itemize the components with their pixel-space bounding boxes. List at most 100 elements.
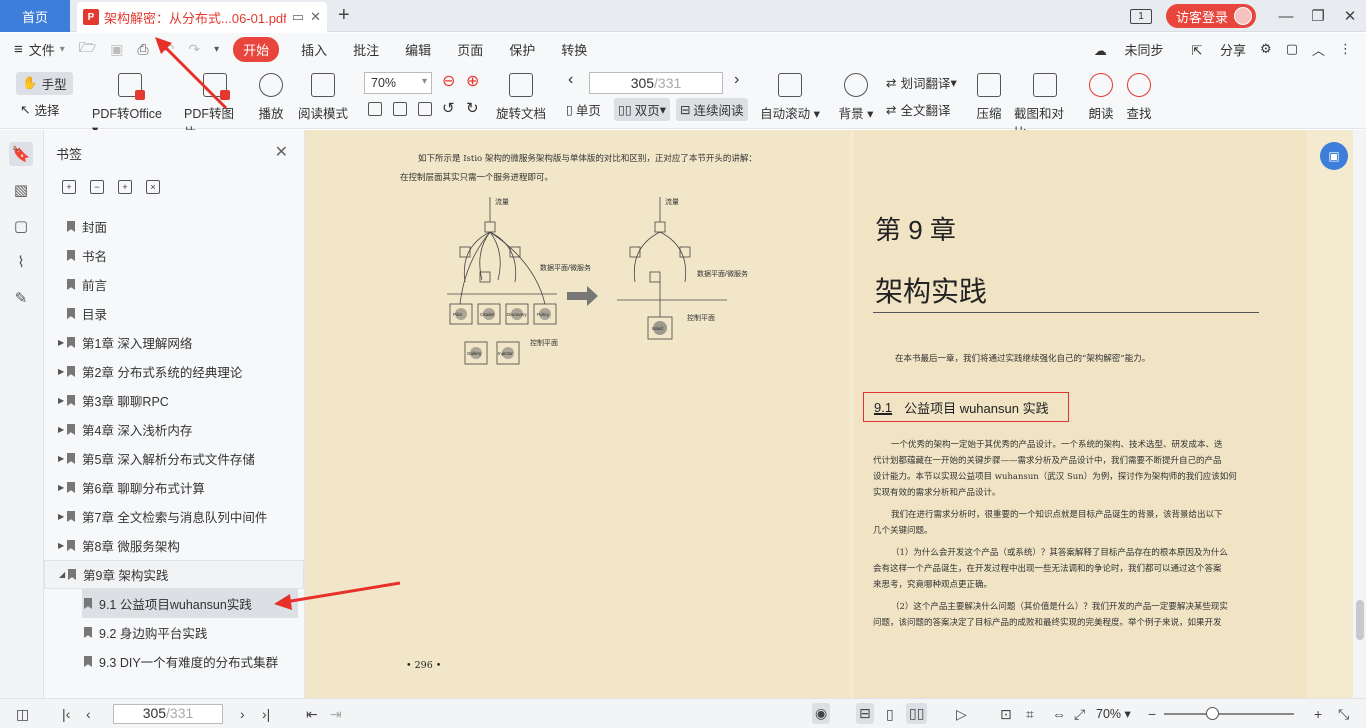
minimize-icon[interactable]: —: [1270, 8, 1302, 25]
bookmark-item[interactable]: ▶ 第8章 微服务架构: [44, 531, 304, 560]
read-aloud-button[interactable]: 朗读: [1088, 73, 1114, 122]
file-menu[interactable]: ≡ 文件 ▾: [14, 40, 65, 59]
bookmark-item[interactable]: 9.1 公益项目wuhansun实践: [82, 589, 298, 618]
forward-icon[interactable]: ⇥: [330, 706, 342, 723]
signature-icon[interactable]: ✎: [9, 286, 33, 310]
caret-right-icon[interactable]: ▶: [58, 483, 64, 492]
tab-insert[interactable]: 插入: [301, 40, 327, 59]
bookmark-item[interactable]: 9.2 身边购平台实践: [44, 618, 304, 647]
double-page-button[interactable]: ▯▯ 双页 ▾: [614, 98, 671, 121]
status-zoom[interactable]: 70% ▾: [1096, 706, 1131, 721]
zoom-slider[interactable]: [1164, 713, 1294, 715]
single-page-button[interactable]: ▯ 单页: [566, 100, 601, 119]
single-view-icon[interactable]: ▯: [886, 706, 894, 723]
zoom-slider-handle[interactable]: [1206, 707, 1219, 720]
caret-right-icon[interactable]: ▶: [58, 541, 64, 550]
expand-icon[interactable]: ⤡: [1338, 706, 1349, 723]
settings-icon[interactable]: ⚙: [1260, 41, 1272, 57]
attachment-icon[interactable]: ⌇: [9, 250, 33, 274]
select-tool-button[interactable]: ↖ 选择: [20, 100, 60, 119]
tab-start[interactable]: 开始: [233, 36, 280, 62]
zoom-select[interactable]: 70%: [364, 72, 432, 94]
first-page-icon[interactable]: |‹: [62, 706, 70, 722]
home-tab[interactable]: 首页: [0, 0, 70, 32]
caret-right-icon[interactable]: ▶: [58, 512, 64, 521]
actual-size-icon[interactable]: [368, 102, 382, 116]
feedback-icon[interactable]: ▢: [1286, 41, 1298, 57]
fit-width-status-icon[interactable]: ⇔: [1052, 706, 1066, 722]
expand-all-icon[interactable]: +: [62, 180, 76, 194]
thumbnail-icon[interactable]: ▧: [9, 178, 33, 202]
bookmark-item[interactable]: ▶ 第4章 深入浅析内存: [44, 415, 304, 444]
play-button[interactable]: 播放: [256, 73, 286, 122]
previous-page-icon[interactable]: ‹: [568, 71, 573, 89]
share-button[interactable]: ⇱ 分享: [1177, 40, 1246, 59]
hand-tool-button[interactable]: ✋ 手型: [16, 72, 73, 95]
bookmark-item[interactable]: 前言: [44, 270, 304, 299]
collapse-ribbon-icon[interactable]: ︿: [1312, 40, 1325, 59]
caret-right-icon[interactable]: ▶: [58, 338, 64, 347]
fit-page-icon[interactable]: [393, 102, 407, 116]
zoom-out-icon[interactable]: ⊖: [442, 71, 455, 91]
play-status-icon[interactable]: ▷: [956, 706, 967, 723]
collapse-all-icon[interactable]: −: [90, 180, 104, 194]
bookmark-item[interactable]: 目录: [44, 299, 304, 328]
rotate-document-button[interactable]: 旋转文档: [496, 73, 546, 122]
bookmark-item[interactable]: ▶ 第6章 聊聊分布式计算: [44, 473, 304, 502]
actual-size-status-icon[interactable]: ⊡: [1000, 706, 1012, 723]
scrollbar-thumb[interactable]: [1356, 600, 1364, 640]
tab-page[interactable]: 页面: [457, 40, 483, 59]
fit-width-icon[interactable]: [418, 102, 432, 116]
document-tab[interactable]: P 架构解密：从分布式...06-01.pdf ▭ ✕: [77, 2, 327, 32]
bookmark-panel-icon[interactable]: 🔖: [9, 142, 33, 166]
print-icon[interactable]: ⎙: [137, 41, 148, 58]
tab-convert[interactable]: 转换: [561, 40, 587, 59]
read-mode-button[interactable]: 阅读模式: [298, 73, 348, 122]
rotate-left-icon[interactable]: ↺: [442, 99, 455, 117]
tab-edit[interactable]: 编辑: [405, 40, 431, 59]
save-icon[interactable]: ▣: [110, 41, 123, 58]
continuous-reading-button[interactable]: ⊟ 连续阅读: [676, 98, 748, 121]
find-button[interactable]: 查找: [1126, 73, 1152, 122]
auto-scroll-button[interactable]: 自动滚动 ▾: [760, 73, 820, 122]
comment-icon[interactable]: ▢: [9, 214, 33, 238]
full-translate-button[interactable]: ⇄ 全文翻译: [886, 100, 951, 119]
bookmark-item[interactable]: ▶ 第3章 聊聊RPC: [44, 386, 304, 415]
bookmark-item[interactable]: 书名: [44, 241, 304, 270]
caret-right-icon[interactable]: ▶: [58, 425, 64, 434]
tab-protect[interactable]: 保护: [509, 40, 535, 59]
pdf-to-office-button[interactable]: PDF转Office ▾: [92, 73, 168, 137]
new-tab-button[interactable]: +: [338, 4, 350, 27]
more-options-icon[interactable]: ⋮: [1339, 41, 1352, 57]
cloud-sync-button[interactable]: ☁ 未同步: [1080, 40, 1164, 59]
bookmark-item[interactable]: ▶ 第7章 全文检索与消息队列中间件: [44, 502, 304, 531]
floating-tool-button[interactable]: ▣: [1320, 142, 1348, 170]
bookmark-item[interactable]: ▶ 第1章 深入理解网络: [44, 328, 304, 357]
next-page-icon[interactable]: ›: [734, 71, 739, 89]
rotate-right-icon[interactable]: ↻: [466, 99, 479, 117]
bookmark-item[interactable]: ▶ 第5章 深入解析分布式文件存储: [44, 444, 304, 473]
bookmark-item[interactable]: 9.3 DIY一个有难度的分布式集群: [44, 647, 304, 676]
next-page-status-icon[interactable]: ›: [240, 706, 245, 722]
redo-icon[interactable]: ↷: [188, 41, 200, 58]
background-button[interactable]: 背景 ▾: [838, 73, 874, 122]
eye-care-icon[interactable]: ◉: [812, 703, 831, 724]
continuous-view-icon[interactable]: ⊟: [856, 703, 874, 724]
window-count-icon[interactable]: 1: [1129, 8, 1152, 24]
caret-right-icon[interactable]: ▶: [58, 454, 64, 463]
guest-login-button[interactable]: 访客登录: [1165, 4, 1256, 28]
bookmark-item[interactable]: ▶ 第2章 分布式系统的经典理论: [44, 357, 304, 386]
last-page-icon[interactable]: ›|: [262, 706, 270, 722]
page-number-input[interactable]: 305/331: [589, 72, 723, 94]
tab-annotate[interactable]: 批注: [353, 40, 379, 59]
fit-page-status-icon[interactable]: ⌗: [1026, 706, 1034, 723]
add-bookmark-icon[interactable]: +: [118, 180, 132, 194]
status-zoom-out-icon[interactable]: −: [1148, 706, 1156, 722]
toggle-sidebar-icon[interactable]: ◫: [16, 706, 29, 723]
compress-button[interactable]: 压缩: [976, 73, 1002, 122]
close-window-icon[interactable]: ✕: [1334, 7, 1366, 25]
caret-down-icon[interactable]: ◢: [59, 570, 65, 579]
more-icon[interactable]: ▾: [214, 44, 219, 55]
bookmark-item[interactable]: 封面: [44, 212, 304, 241]
close-tab-icon[interactable]: ✕: [310, 9, 321, 25]
